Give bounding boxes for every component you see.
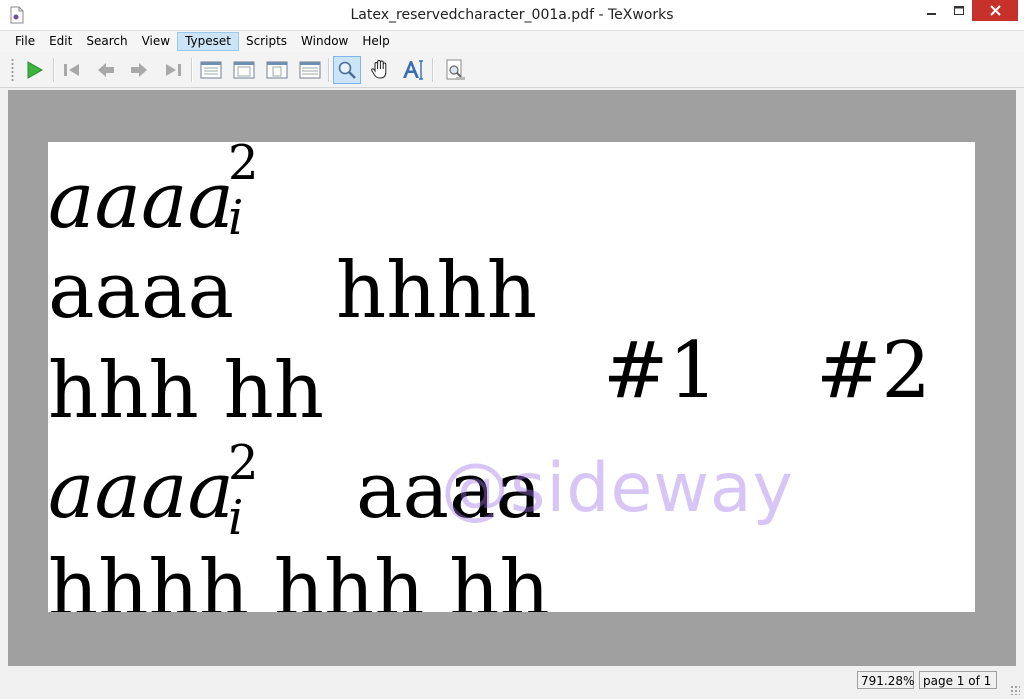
doc-line-3-mid: #1 — [603, 326, 718, 416]
menu-typeset[interactable]: Typeset — [177, 32, 239, 51]
toolbar-separator — [328, 58, 330, 82]
menu-bar: File Edit Search View Typeset Scripts Wi… — [0, 31, 1024, 52]
menu-edit[interactable]: Edit — [42, 32, 79, 51]
menu-scripts[interactable]: Scripts — [239, 32, 294, 51]
hand-icon — [371, 59, 387, 79]
doc-line-1-superscript: 2 — [228, 142, 259, 191]
menu-window[interactable]: Window — [294, 32, 355, 51]
doc-line-2-right: hhhh — [336, 246, 537, 336]
doc-line-4-superscript: 2 — [228, 435, 259, 491]
fit-width-icon — [233, 61, 255, 79]
next-page-button[interactable] — [125, 56, 153, 84]
previous-page-icon — [98, 63, 114, 77]
actual-size-button[interactable] — [197, 56, 225, 84]
select-text-icon — [403, 60, 423, 80]
toolbar-separator — [191, 58, 193, 82]
zoom-level[interactable]: 791.28% — [857, 671, 914, 689]
pdf-viewer-area[interactable]: aaaa 2 i aaaa hhhh hhh hh #1 #2 aaaa 2 i… — [8, 90, 1016, 666]
maximize-icon — [953, 5, 964, 15]
maximize-button[interactable] — [946, 0, 972, 21]
menu-view[interactable]: View — [135, 32, 177, 51]
typeset-play-icon — [27, 61, 44, 79]
find-icon — [446, 59, 465, 80]
fit-page-button[interactable] — [263, 56, 291, 84]
menu-search[interactable]: Search — [79, 32, 134, 51]
first-page-icon — [64, 64, 79, 76]
magnifier-icon — [338, 61, 356, 79]
doc-line-3-right: #2 — [816, 326, 931, 416]
menu-help[interactable]: Help — [355, 32, 396, 51]
fit-width-button[interactable] — [230, 56, 258, 84]
last-page-icon — [166, 64, 181, 76]
doc-line-1-base: aaaa — [48, 156, 235, 246]
doc-line-4-base: aaaa — [48, 446, 235, 536]
watermark-text: @sideway — [441, 449, 794, 528]
title-bar[interactable]: Latex_reservedcharacter_001a.pdf - TeXwo… — [0, 0, 1024, 31]
first-page-button[interactable] — [58, 56, 86, 84]
menu-file[interactable]: File — [8, 32, 42, 51]
window-title: Latex_reservedcharacter_001a.pdf - TeXwo… — [350, 7, 674, 23]
previous-page-button[interactable] — [92, 56, 120, 84]
fit-window-icon — [299, 61, 321, 79]
minimize-icon — [927, 12, 936, 15]
status-bar: 791.28% page 1 of 1 — [0, 666, 1024, 699]
find-button[interactable] — [441, 56, 469, 84]
page-indicator[interactable]: page 1 of 1 — [919, 671, 997, 689]
resize-grip-icon[interactable] — [1010, 685, 1020, 695]
doc-line-4-subscript: i — [228, 490, 244, 546]
doc-line-1-subscript: i — [228, 190, 244, 246]
magnifier-tool-button[interactable] — [333, 56, 361, 84]
close-icon — [989, 5, 1001, 16]
toolbar — [0, 52, 1024, 88]
close-button[interactable] — [972, 0, 1018, 21]
toolbar-separator — [432, 58, 434, 82]
toolbar-separator — [53, 58, 55, 82]
typeset-button[interactable] — [20, 56, 48, 84]
doc-line-3-left: hhh hh — [48, 346, 324, 436]
fit-page-icon — [266, 61, 288, 79]
actual-size-icon — [200, 61, 222, 79]
minimize-button[interactable] — [919, 0, 945, 21]
fit-window-button[interactable] — [296, 56, 324, 84]
doc-line-5: hhhh hhh hh — [48, 544, 550, 612]
pdf-page[interactable]: aaaa 2 i aaaa hhhh hhh hh #1 #2 aaaa 2 i… — [48, 142, 975, 612]
doc-line-2-left: aaaa — [48, 246, 235, 336]
toolbar-grip[interactable] — [11, 58, 14, 82]
select-text-tool-button[interactable] — [400, 56, 428, 84]
hand-tool-button[interactable] — [366, 56, 394, 84]
next-page-icon — [131, 63, 147, 77]
last-page-button[interactable] — [159, 56, 187, 84]
